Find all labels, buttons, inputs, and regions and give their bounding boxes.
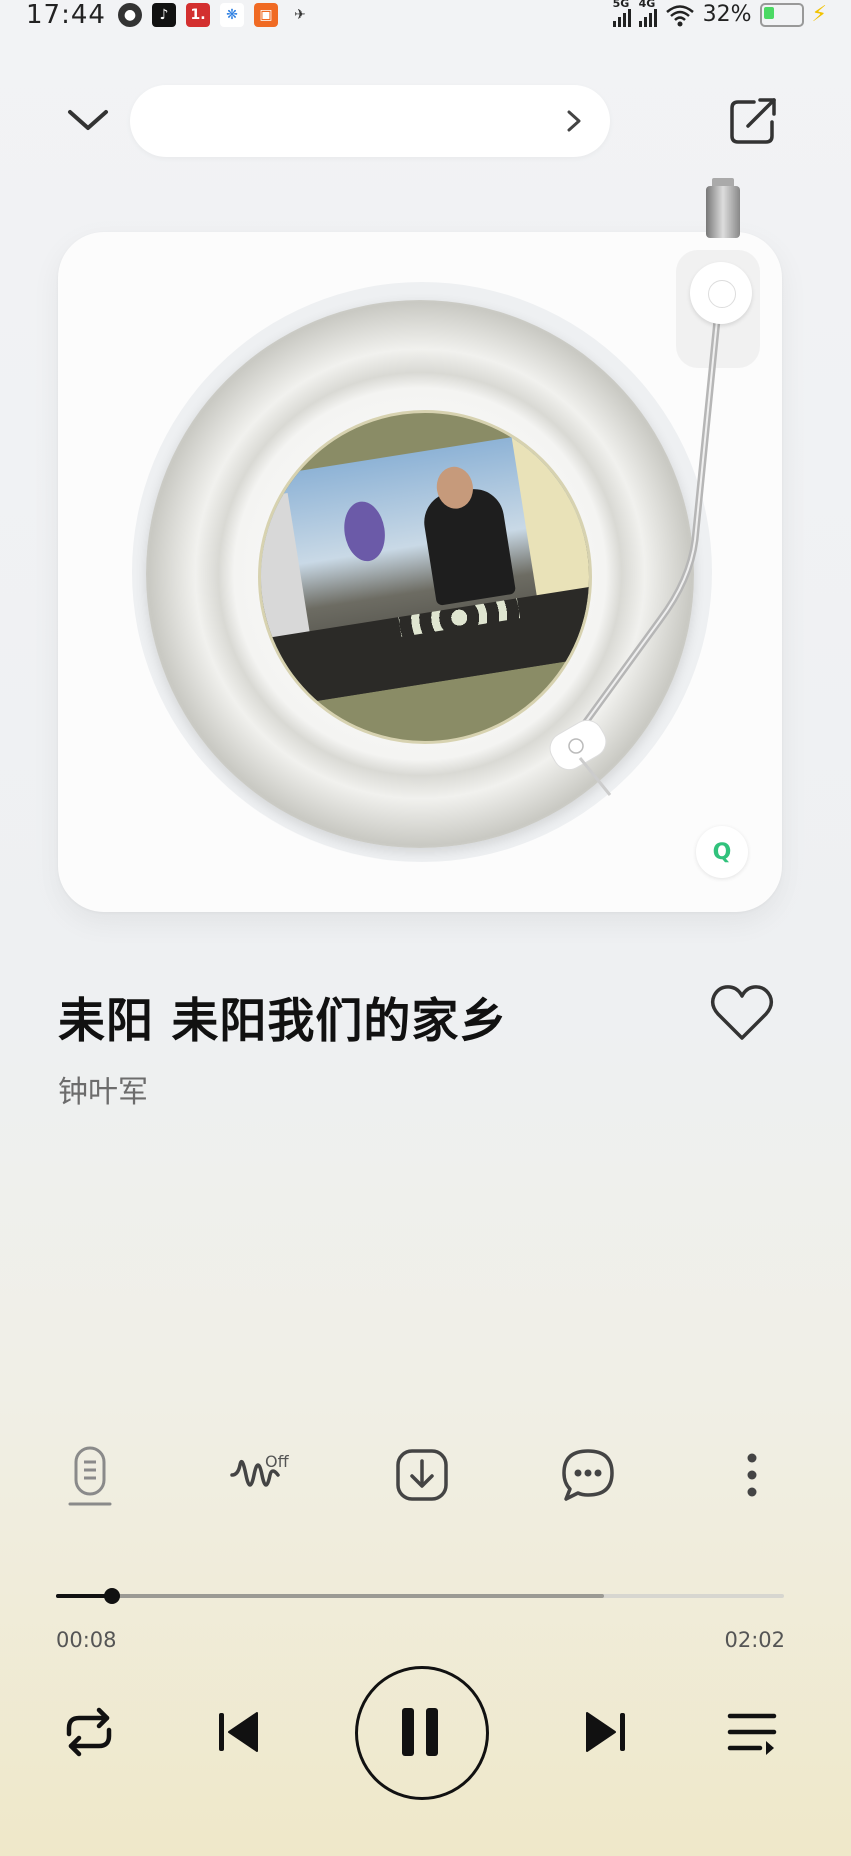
notification-icons: ● ♪ 1. ❋ ▣ ✈ bbox=[118, 3, 312, 27]
q-logo-badge: Q bbox=[696, 826, 748, 878]
lyrics-mic-icon bbox=[68, 1446, 112, 1506]
action-row bbox=[0, 1430, 851, 1530]
status-time: 17:44 bbox=[26, 0, 106, 30]
progress-thumb[interactable] bbox=[104, 1588, 121, 1604]
tonearm bbox=[549, 286, 724, 796]
news-app-icon: 1. bbox=[186, 3, 210, 27]
current-time: 00:08 bbox=[56, 1628, 117, 1652]
pause-icon-wrap bbox=[390, 1702, 450, 1762]
status-right: 5G 4G 32% ⚡ bbox=[612, 0, 827, 27]
repeat-button[interactable] bbox=[54, 1700, 124, 1764]
tiktok-icon: ♪ bbox=[152, 3, 176, 27]
playlist-icon bbox=[727, 1713, 777, 1755]
progress-bar[interactable] bbox=[56, 1594, 784, 1598]
heart-icon bbox=[710, 985, 774, 1040]
playlist-button[interactable] bbox=[720, 1700, 784, 1764]
sound-effect-button[interactable] bbox=[216, 1430, 296, 1520]
battery-icon bbox=[759, 2, 804, 27]
lyrics-button[interactable] bbox=[50, 1430, 130, 1520]
share-button[interactable] bbox=[724, 94, 784, 150]
song-source-pill[interactable] bbox=[130, 85, 610, 157]
comment-button[interactable] bbox=[548, 1430, 628, 1520]
download-button[interactable] bbox=[382, 1430, 462, 1520]
share-icon bbox=[730, 98, 776, 144]
status-bar: 17:44 ● ♪ 1. ❋ ▣ ✈ 5G 4G 32% ⚡ bbox=[0, 0, 851, 34]
total-time: 02:02 bbox=[724, 1628, 785, 1652]
next-button[interactable] bbox=[576, 1700, 636, 1764]
more-button[interactable] bbox=[712, 1430, 792, 1520]
app-notification-icon: ● bbox=[118, 3, 142, 27]
pause-icon bbox=[402, 1708, 438, 1756]
previous-button[interactable] bbox=[208, 1700, 268, 1764]
paw-app-icon: ❋ bbox=[220, 3, 244, 27]
signal-5g-icon: 5G bbox=[612, 0, 631, 27]
collapse-button[interactable] bbox=[60, 96, 116, 144]
game-app-icon: ✈ bbox=[294, 7, 306, 23]
previous-icon bbox=[219, 1712, 258, 1752]
next-icon bbox=[586, 1712, 625, 1752]
chevron-down-icon bbox=[68, 110, 108, 130]
artist-name[interactable]: 钟叶军 bbox=[58, 1067, 148, 1111]
charging-icon: ⚡ bbox=[811, 2, 827, 27]
chevron-right-icon bbox=[567, 110, 581, 132]
battery-percent: 32% bbox=[702, 2, 752, 27]
shop-app-icon: ▣ bbox=[254, 3, 278, 27]
sound-effect-state: Off bbox=[265, 1452, 289, 1471]
more-icon bbox=[747, 1453, 757, 1497]
comment-icon bbox=[562, 1449, 614, 1501]
tonearm-weight bbox=[706, 186, 740, 238]
progress-buffered bbox=[56, 1594, 605, 1598]
download-icon bbox=[396, 1449, 448, 1501]
tonearm-knob bbox=[690, 262, 752, 324]
repeat-icon bbox=[66, 1707, 112, 1757]
signal-4g-icon: 4G bbox=[638, 0, 657, 27]
like-button[interactable] bbox=[708, 982, 776, 1044]
wifi-icon bbox=[665, 4, 694, 26]
song-title: 耒阳 耒阳我们的家乡 bbox=[58, 994, 508, 1049]
